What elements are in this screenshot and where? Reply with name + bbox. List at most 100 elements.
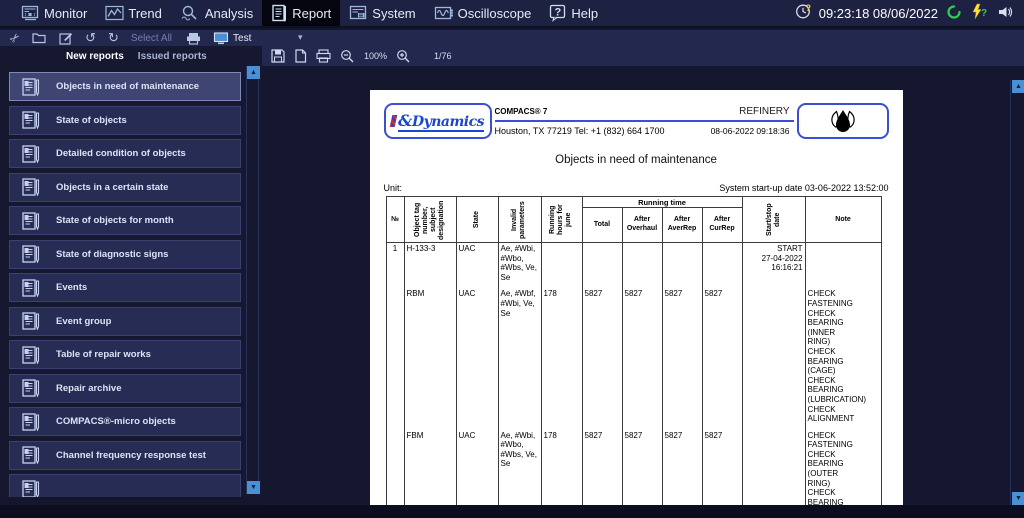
company-address: Houston, TX 77219 Tel: +1 (832) 664 1700: [494, 125, 665, 136]
scroll-up-icon[interactable]: ▲: [247, 66, 260, 79]
cell-after_overhaul: [621, 242, 663, 289]
logo-text: Dynamics: [411, 113, 485, 130]
menu-tab-label: Report: [292, 5, 332, 21]
refinery-logo: [796, 103, 889, 139]
zoom-in-icon[interactable]: [396, 49, 411, 63]
speaker-icon[interactable]: [997, 4, 1014, 23]
sidebar-item[interactable]: Table of repair works: [9, 340, 241, 369]
menu-tab-system[interactable]: System: [340, 0, 424, 26]
cell-startstop: [741, 429, 806, 505]
report-scrollbar[interactable]: ▲ ▼: [1010, 80, 1024, 505]
menu-tab-help[interactable]: ? Help: [540, 0, 607, 26]
sidebar-item-label: State of diagnostic signs: [56, 248, 169, 260]
test-monitor-icon[interactable]: [213, 31, 229, 45]
analysis-icon: [180, 5, 201, 22]
menu-tab-label: System: [372, 5, 416, 21]
sidebar-tabs: New reports Issued reports: [0, 46, 262, 67]
report-datetime: 08-06-2022 09:18:36: [710, 125, 790, 136]
column-header: Invalid parameters: [497, 196, 542, 243]
column-header: After CurRep: [701, 207, 743, 243]
toolbar-dropdown-arrow[interactable]: ▾: [298, 32, 303, 43]
edit-toolbar: ✂ ↺ ↻ Select All Test ▾: [0, 29, 1024, 47]
sidebar-item[interactable]: Channel frequency response test: [9, 440, 241, 470]
logo-mark-icon: [389, 115, 398, 127]
sidebar-item[interactable]: State of objects: [9, 105, 241, 135]
column-header: State: [455, 196, 499, 243]
cell-invalid: Ae, #Wbi, #Wbo, #Wbs, Ve, Se: [497, 242, 542, 289]
cell-num: 1: [385, 242, 405, 289]
sidebar-item[interactable]: Objects in need of maintenance: [9, 72, 241, 101]
cell-startstop: [741, 288, 806, 430]
sidebar-item[interactable]: Event group: [9, 306, 241, 336]
tab-issued-reports[interactable]: Issued reports: [138, 51, 207, 62]
oscilloscope-icon: [434, 5, 454, 22]
menu-clock-area: ? 09:23:18 08/06/2022 ?: [795, 0, 1024, 26]
tab-new-reports[interactable]: New reports: [66, 51, 124, 62]
sidebar-item[interactable]: COMPACS®-micro objects: [9, 407, 241, 436]
cell-after_averrep: 5827: [661, 429, 703, 505]
menu-tab-trend[interactable]: Trend: [96, 0, 170, 26]
sidebar-item[interactable]: State of objects for month: [9, 206, 241, 235]
redo-icon[interactable]: ↻: [108, 30, 119, 46]
sidebar-item[interactable]: State of diagnostic signs: [9, 239, 241, 269]
column-header: After Overhaul: [621, 207, 663, 243]
cell-total: 5827: [581, 429, 623, 505]
dynamics-logo: &Dynamics: [383, 103, 492, 139]
menu-tab-label: Help: [571, 5, 599, 21]
menu-bar: Monitor Trend Analysis Report System Oscillos…: [0, 0, 1024, 28]
sidebar-scrollbar[interactable]: ▲ ▼: [246, 66, 260, 494]
cell-note: CHECK FASTENING CHECK BEARING (OUTER RIN…: [804, 429, 882, 505]
folder-open-icon[interactable]: [32, 32, 47, 44]
drop-icon: [830, 109, 855, 132]
trend-icon: [105, 5, 124, 22]
sidebar-item[interactable]: Objects in a certain state: [9, 172, 241, 202]
column-header: After AverRep: [661, 207, 703, 243]
cell-tag: FBM: [403, 429, 457, 505]
report-page: &Dynamics COMPACS® 7 REFINERY Houston, T…: [369, 90, 903, 505]
report-doc-icon: [21, 311, 43, 331]
monitor-icon: [21, 5, 40, 22]
print-report-icon[interactable]: [316, 49, 331, 63]
save-icon[interactable]: [271, 49, 285, 63]
menu-tab-monitor[interactable]: Monitor: [12, 0, 96, 26]
menu-tab-oscilloscope[interactable]: Oscilloscope: [425, 0, 541, 26]
sidebar-item[interactable]: [9, 474, 241, 497]
report-doc-icon: [21, 378, 43, 398]
select-all-button[interactable]: Select All: [131, 33, 172, 44]
sidebar-item[interactable]: Detailed condition of objects: [9, 139, 241, 168]
cell-note: CHECK FASTENING CHECK BEARING (INNER RIN…: [804, 288, 882, 430]
document-area: &Dynamics COMPACS® 7 REFINERY Houston, T…: [262, 66, 1010, 505]
report-doc-icon: [21, 445, 43, 465]
report-title: Objects in need of maintenance: [555, 154, 717, 166]
cut-icon[interactable]: ✂: [7, 29, 24, 46]
maintenance-table: № Object tag number, subject designation S…: [385, 195, 882, 505]
sidebar-item[interactable]: Events: [9, 273, 241, 302]
column-header: Object tag number, subject designation: [403, 196, 457, 243]
scroll-down-icon[interactable]: ▼: [247, 481, 260, 494]
sidebar-item-label: State of objects: [56, 114, 127, 126]
system-icon: [349, 5, 368, 22]
sidebar-item-label: Objects in a certain state: [56, 181, 169, 193]
column-header: Running time: [581, 195, 743, 209]
scroll-up-icon[interactable]: ▲: [1012, 80, 1024, 93]
scroll-down-icon[interactable]: ▼: [1012, 492, 1024, 505]
status-bar: [0, 505, 1024, 518]
cell-hours: 178: [540, 429, 583, 505]
zoom-out-icon[interactable]: [340, 49, 355, 63]
undo-icon[interactable]: ↺: [85, 30, 96, 46]
sidebar-item[interactable]: Repair archive: [9, 373, 241, 403]
report-doc-icon: [21, 144, 43, 164]
print-icon[interactable]: [186, 32, 201, 45]
export-page-icon[interactable]: [294, 49, 307, 63]
report-list: Objects in need of maintenance State of o…: [9, 72, 241, 497]
menu-tab-analysis[interactable]: Analysis: [171, 0, 262, 26]
cell-after_averrep: [661, 242, 703, 289]
sidebar-item-label: Event group: [56, 315, 112, 327]
menu-items: Monitor Trend Analysis Report System Oscillos…: [12, 0, 607, 26]
refresh-status-icon: [945, 3, 963, 24]
menu-tab-report[interactable]: Report: [262, 0, 341, 26]
report-doc-icon: [21, 345, 43, 365]
edit-icon[interactable]: [59, 32, 73, 45]
report-doc-icon: [21, 177, 43, 197]
app-root: Monitor Trend Analysis Report System Oscillos…: [0, 0, 1024, 518]
